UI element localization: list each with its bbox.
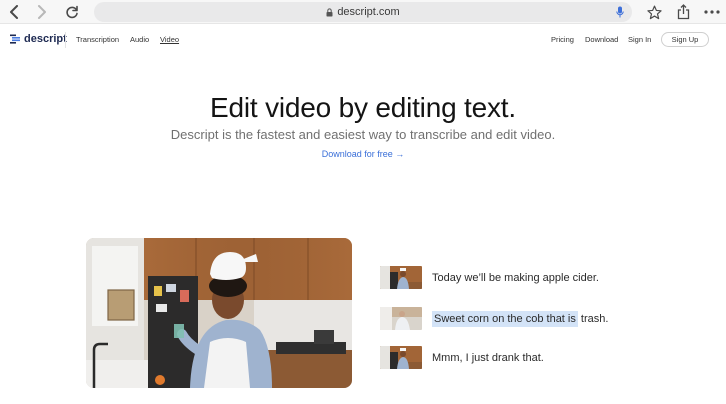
transcript-row[interactable]: Mmm, I just drank that. bbox=[380, 346, 544, 369]
address-bar[interactable]: descript.com bbox=[94, 2, 632, 22]
transcript-highlight[interactable]: Sweet corn on the cob that is bbox=[432, 310, 578, 327]
nav-link-transcription[interactable]: Transcription bbox=[76, 35, 119, 44]
transcript-line[interactable]: Today we’ll be making apple cider. bbox=[432, 272, 599, 284]
brand-logo[interactable]: descript bbox=[10, 33, 67, 45]
descript-logo-icon bbox=[10, 34, 20, 44]
site-header: descript Transcription Audio Video Prici… bbox=[0, 26, 726, 54]
browser-toolbar: descript.com bbox=[0, 0, 726, 24]
mic-icon[interactable] bbox=[616, 6, 624, 21]
video-thumbnail bbox=[380, 307, 422, 330]
forward-icon[interactable] bbox=[32, 2, 52, 22]
video-frame-image bbox=[86, 238, 352, 388]
download-link[interactable]: Download for free → bbox=[322, 149, 405, 159]
transcript-line-rest: trash. bbox=[577, 312, 609, 325]
nav-link-pricing[interactable]: Pricing bbox=[551, 35, 574, 44]
nav-link-download[interactable]: Download bbox=[585, 35, 618, 44]
video-preview[interactable] bbox=[86, 238, 352, 388]
nav-link-audio[interactable]: Audio bbox=[130, 35, 149, 44]
transcript-line[interactable]: Sweet corn on the cob that is trash. bbox=[432, 310, 609, 327]
transcript-row[interactable]: Sweet corn on the cob that is trash. bbox=[380, 307, 608, 330]
hero-title: Edit video by editing text. bbox=[210, 92, 516, 123]
reload-icon[interactable] bbox=[62, 2, 82, 22]
video-thumbnail bbox=[380, 266, 422, 289]
transcript-row[interactable]: Today we’ll be making apple cider. bbox=[380, 266, 599, 289]
signup-button[interactable]: Sign Up bbox=[661, 32, 709, 47]
url-text: descript.com bbox=[337, 6, 400, 18]
brand-name: descript bbox=[24, 33, 67, 45]
transcript-line[interactable]: Mmm, I just drank that. bbox=[432, 352, 544, 364]
nav-link-video[interactable]: Video bbox=[160, 35, 179, 44]
bookmark-star-icon[interactable] bbox=[644, 2, 664, 22]
hero-subtitle: Descript is the fastest and easiest way … bbox=[170, 127, 556, 142]
share-icon[interactable] bbox=[673, 2, 693, 22]
video-thumbnail bbox=[380, 346, 422, 369]
nav-link-signin[interactable]: Sign In bbox=[628, 35, 651, 44]
more-icon[interactable] bbox=[702, 2, 722, 22]
lock-icon bbox=[326, 7, 333, 17]
back-icon[interactable] bbox=[4, 2, 24, 22]
nav-divider bbox=[65, 32, 66, 48]
